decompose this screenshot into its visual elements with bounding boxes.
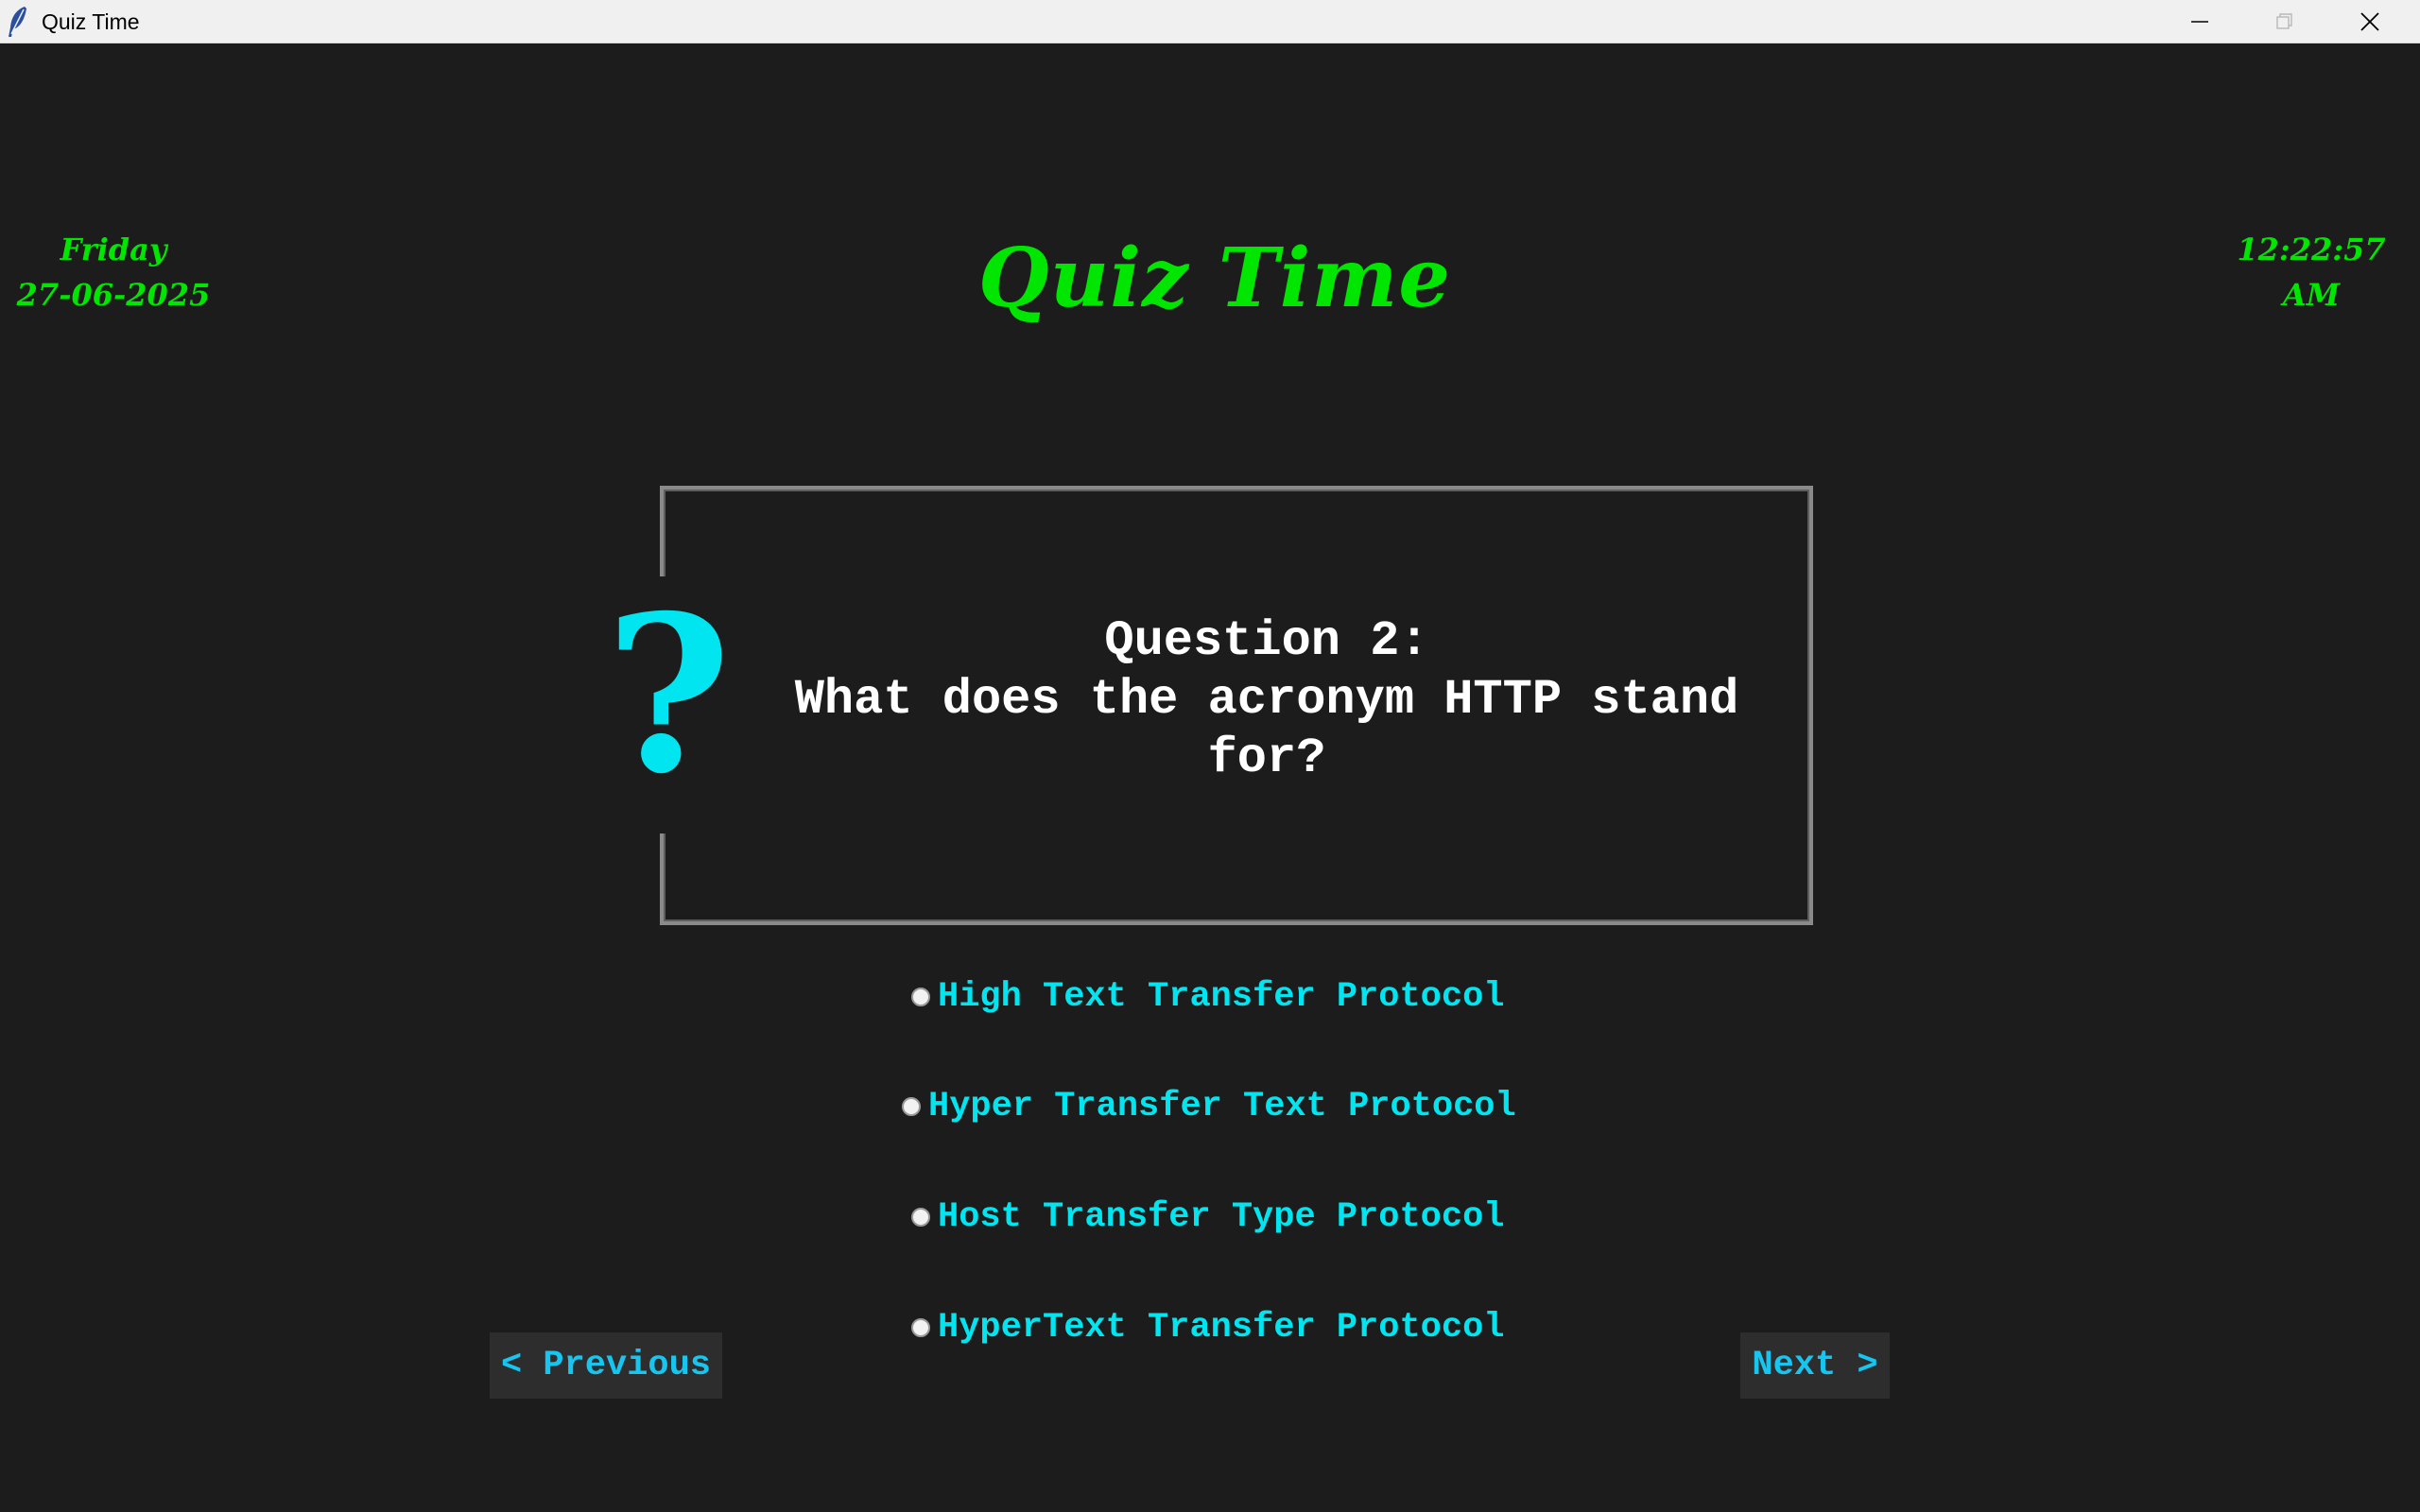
radio-button[interactable]: [902, 1097, 921, 1116]
option-3[interactable]: Host Transfer Type Protocol: [911, 1194, 1505, 1241]
next-button[interactable]: Next >: [1740, 1332, 1890, 1399]
app-title: Quiz Time: [977, 231, 1452, 326]
option-label[interactable]: Host Transfer Type Protocol: [938, 1197, 1505, 1237]
window-title: Quiz Time: [42, 9, 140, 34]
close-icon: [2360, 12, 2379, 31]
option-2[interactable]: Hyper Transfer Text Protocol: [902, 1083, 1516, 1130]
feather-icon: [9, 7, 26, 37]
option-label[interactable]: High Text Transfer Protocol: [938, 977, 1505, 1017]
day-label: Friday: [60, 232, 167, 267]
option-1[interactable]: High Text Transfer Protocol: [911, 973, 1505, 1021]
radio-button[interactable]: [911, 1318, 930, 1337]
question-line-2: for?: [1207, 730, 1326, 786]
window-titlebar: Quiz Time: [0, 0, 2420, 43]
question-heading: Question 2:: [1104, 613, 1429, 669]
date-label: 27-06-2025: [16, 277, 211, 313]
minimize-button[interactable]: [2157, 0, 2242, 43]
question-text: Question 2: What does the acronym HTTP s…: [737, 612, 1796, 788]
radio-button[interactable]: [911, 988, 930, 1006]
maximize-button[interactable]: [2242, 0, 2327, 43]
maximize-icon: [2276, 13, 2292, 29]
clock-display: 12:22:57 AM: [2193, 227, 2420, 318]
radio-button[interactable]: [911, 1208, 930, 1227]
time-label: 12:22:57: [2237, 232, 2386, 267]
meridiem-label: AM: [2282, 277, 2341, 313]
minimize-icon: [2191, 21, 2208, 23]
option-4[interactable]: HyperText Transfer Protocol: [911, 1304, 1505, 1351]
question-line-1: What does the acronym HTTP stand: [794, 672, 1739, 728]
question-mark-icon: ?: [605, 568, 732, 821]
close-button[interactable]: [2327, 0, 2420, 43]
date-display: Friday 27-06-2025: [0, 227, 227, 318]
option-label[interactable]: Hyper Transfer Text Protocol: [928, 1087, 1516, 1126]
previous-button[interactable]: < Previous: [490, 1332, 722, 1399]
option-label[interactable]: HyperText Transfer Protocol: [938, 1308, 1505, 1348]
